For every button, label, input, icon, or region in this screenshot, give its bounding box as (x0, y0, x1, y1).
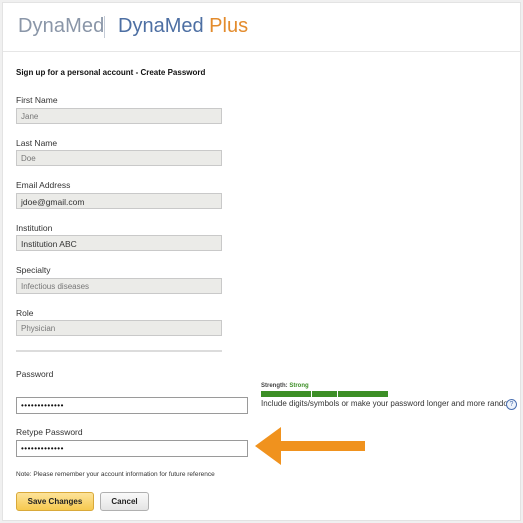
retype-password-label: Retype Password (16, 427, 83, 437)
email-label: Email Address (16, 180, 71, 190)
password-label: Password (16, 369, 54, 379)
dynamed-plus-logo-plus: Plus (209, 15, 249, 37)
institution-label: Institution (16, 223, 53, 233)
question-circle-icon[interactable]: ? (506, 399, 517, 410)
password-hint: Include digits/symbols or make your pass… (261, 399, 517, 408)
section-divider (16, 350, 222, 352)
first-name-label: First Name (16, 95, 58, 105)
role-label: Role (16, 308, 34, 318)
password-strength-label: Strength: Strong (261, 383, 309, 389)
retype-password-input[interactable]: ••••••••••••• (16, 440, 248, 457)
last-name-label: Last Name (16, 138, 58, 148)
brand-divider (104, 16, 105, 38)
strength-prefix: Strength: (261, 383, 288, 389)
left-arrow-icon (255, 427, 365, 465)
dynamed-logo: DynaMed (18, 15, 105, 37)
institution-field[interactable]: Institution ABC (16, 235, 222, 251)
brand-header: DynaMed DynaMed Plus (3, 3, 520, 52)
strength-segment (338, 391, 388, 397)
account-note: Note: Please remember your account infor… (16, 471, 215, 478)
save-changes-button[interactable]: Save Changes (16, 492, 94, 511)
strength-segment (312, 391, 337, 397)
role-field[interactable]: Physician (16, 320, 222, 336)
strength-value: Strong (289, 383, 309, 389)
first-name-field[interactable]: Jane (16, 108, 222, 124)
strength-segment (261, 391, 311, 397)
dynamed-plus-logo-main: DynaMed (118, 15, 204, 37)
dynamed-plus-logo: DynaMed Plus (118, 15, 248, 38)
last-name-field[interactable]: Doe (16, 150, 222, 166)
password-input[interactable]: ••••••••••••• (16, 397, 248, 414)
cancel-button[interactable]: Cancel (100, 492, 149, 511)
specialty-field[interactable]: Infectious diseases (16, 278, 222, 294)
specialty-label: Specialty (16, 265, 51, 275)
form-heading: Sign up for a personal account - Create … (16, 68, 206, 77)
email-field[interactable]: jdoe@gmail.com (16, 193, 222, 209)
